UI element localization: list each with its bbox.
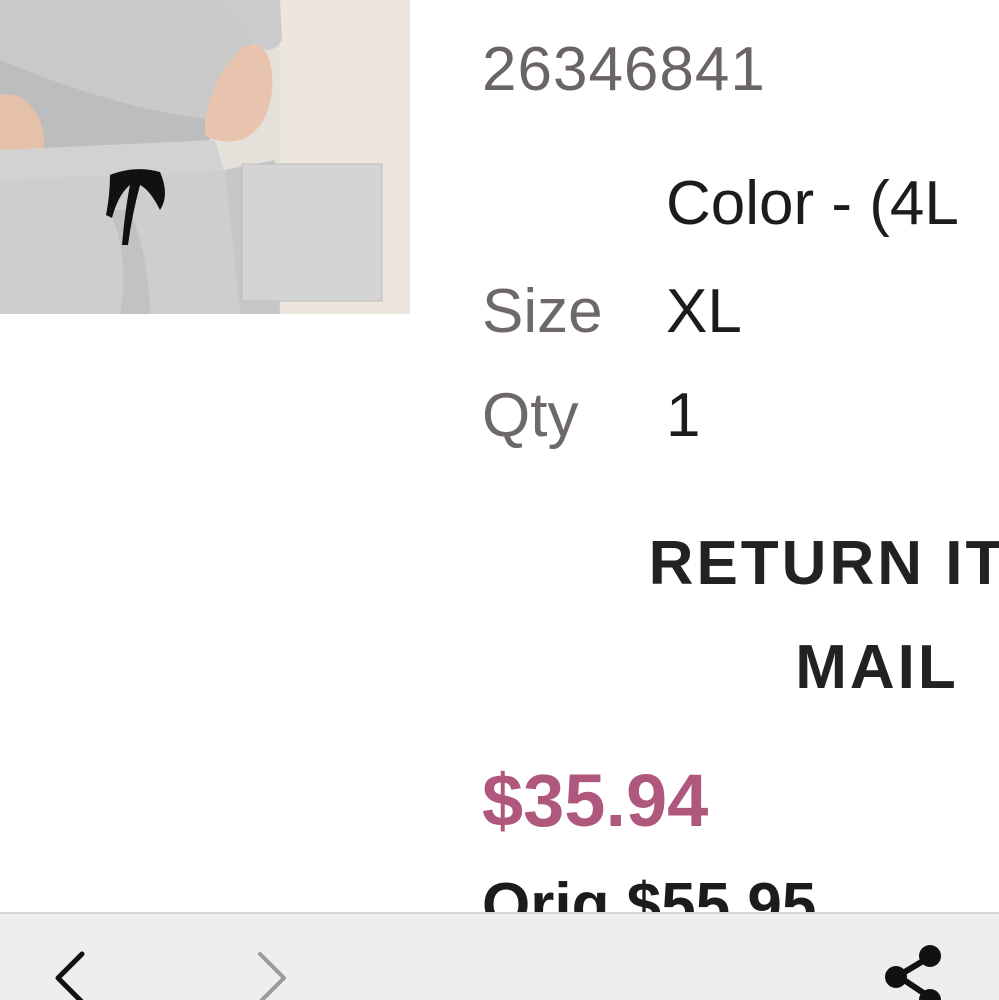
qty-label: Qty: [482, 381, 579, 450]
return-method-line2: MAIL: [795, 633, 959, 702]
return-method-line1: RETURN ITEM: [648, 529, 999, 598]
browser-bottom-toolbar: [0, 912, 999, 1000]
sale-price: $35.94: [482, 759, 709, 842]
back-button[interactable]: [46, 950, 96, 1000]
order-item-details-page: 26346841 Color - (4L Size XL Qty 1 RETUR…: [0, 0, 999, 1000]
qty-value: 1: [666, 381, 701, 450]
product-photo: [0, 0, 410, 314]
size-label: Size: [482, 277, 603, 346]
share-button[interactable]: [880, 944, 950, 1000]
forward-button[interactable]: [246, 950, 296, 1000]
chevron-right-icon: [258, 952, 286, 1000]
item-color: Color - (4L: [666, 169, 959, 238]
size-value: XL: [666, 277, 742, 346]
product-image[interactable]: [0, 0, 410, 314]
return-method: RETURN ITEM MAIL: [555, 512, 999, 720]
chevron-left-icon: [55, 951, 85, 1000]
share-icon: [885, 945, 941, 1000]
item-sku: 26346841: [482, 35, 766, 104]
